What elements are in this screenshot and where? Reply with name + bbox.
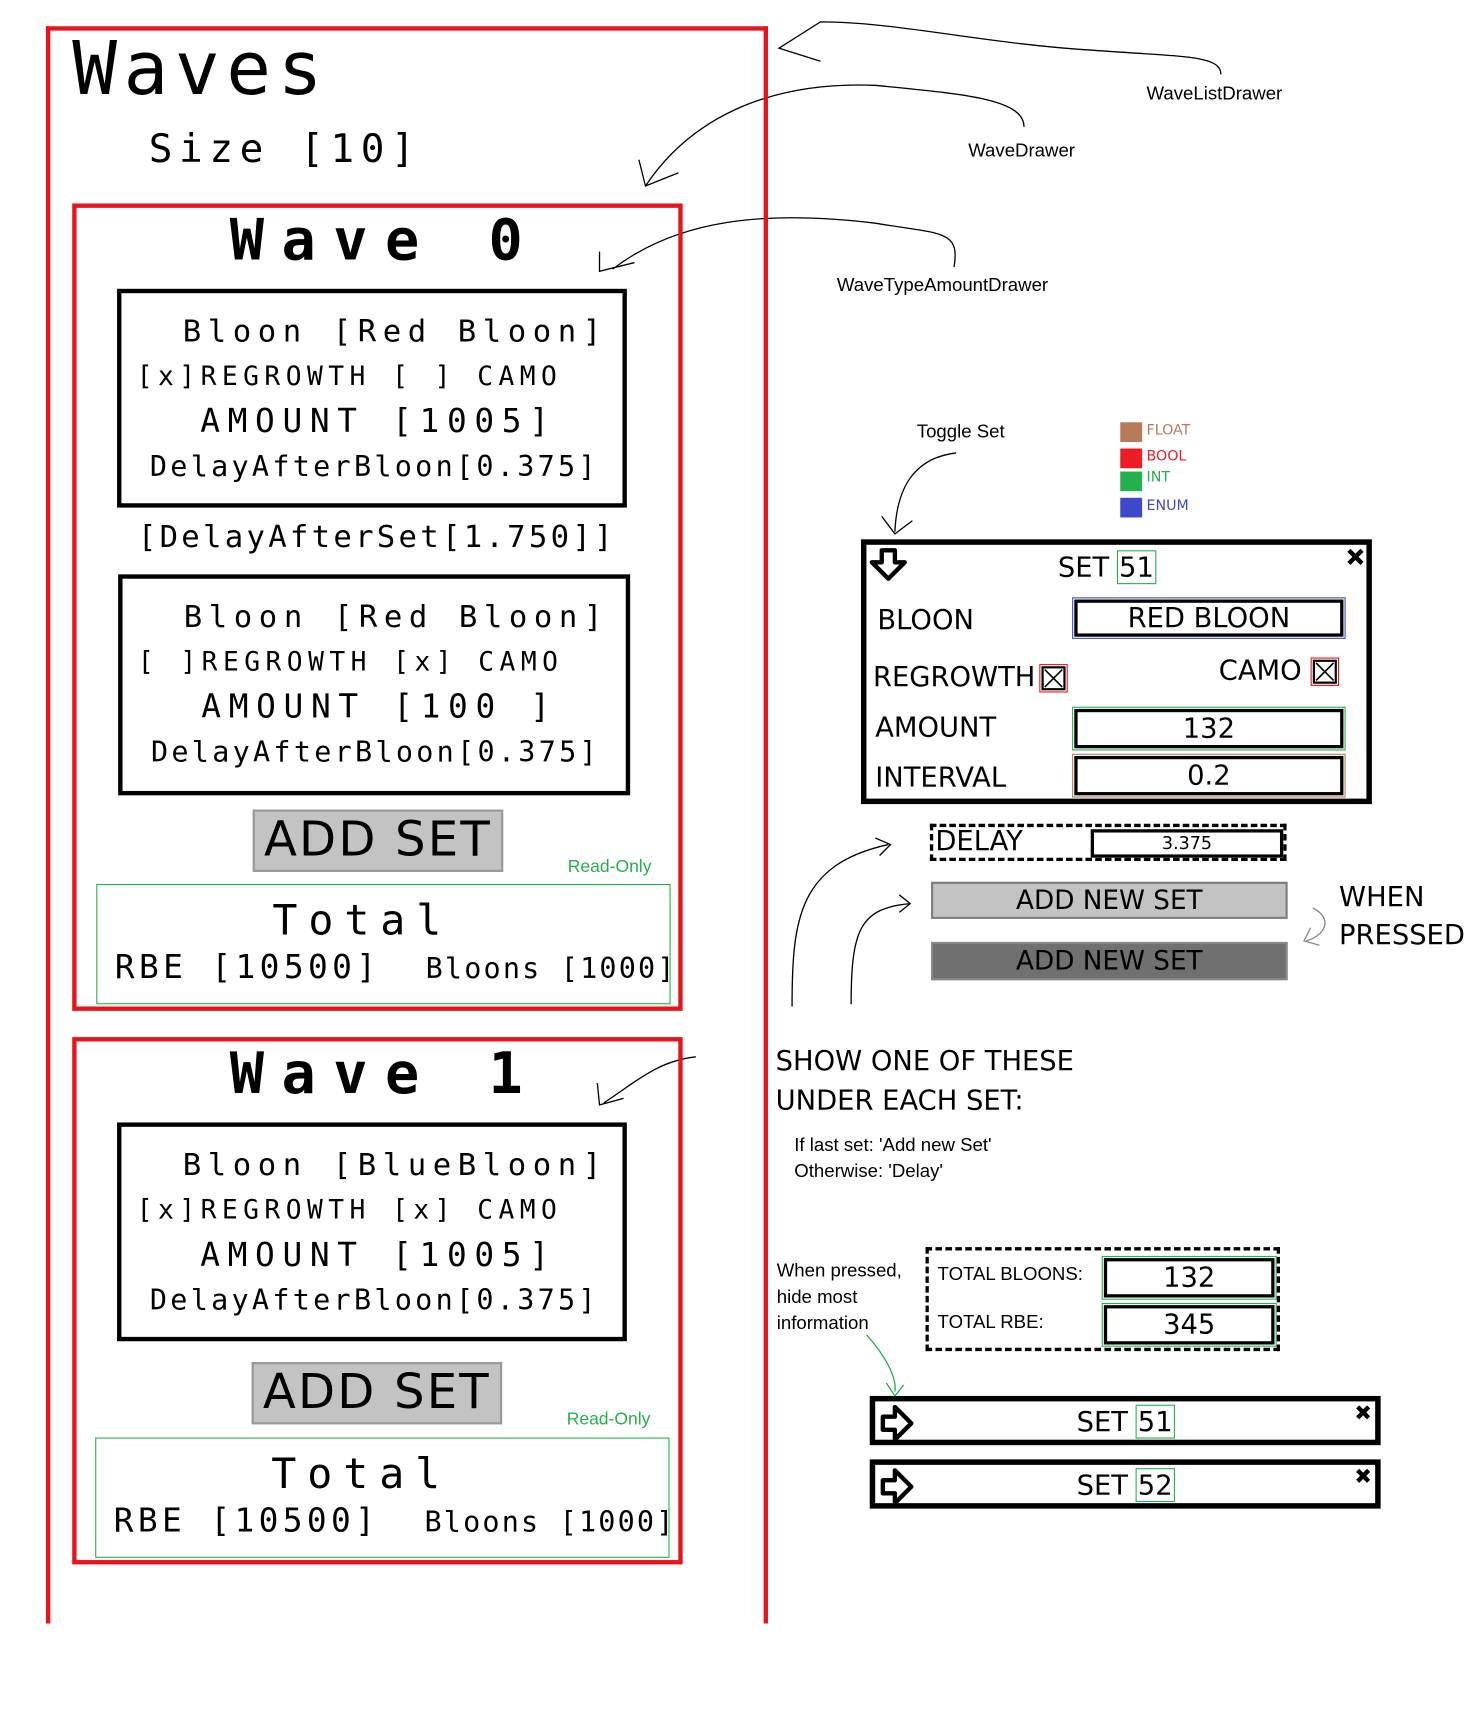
label-wavelistdrawer: WaveListDrawer — [1146, 83, 1283, 104]
waves-title: Waves — [72, 26, 329, 113]
total-bloons-field: 132 — [1101, 1255, 1277, 1300]
note-line: SHOW ONE OF THESE — [775, 1044, 1074, 1077]
set-number: 52 — [1135, 1468, 1175, 1503]
total-rbe-label: TOTAL RBE: — [937, 1311, 1044, 1333]
set-52-collapsed[interactable]: SET 52 — [869, 1459, 1381, 1509]
amount-label: AMOUNT — [875, 711, 997, 743]
close-icon[interactable] — [1354, 1467, 1372, 1485]
close-icon[interactable] — [1354, 1404, 1372, 1422]
pressed-line: PRESSED — [1339, 918, 1464, 951]
waves-size: Size [10] — [148, 126, 422, 172]
delay-row: DELAY 3.375 — [929, 823, 1287, 861]
show-one-note: SHOW ONE OF THESE UNDER EACH SET: — [776, 1041, 1074, 1120]
label-wavedrawer: WaveDrawer — [968, 140, 1075, 161]
wave-0-delay-after-set: [DelayAfterSet[1.750]] — [137, 518, 616, 555]
totals-bloons: Bloons [1000] — [424, 1506, 676, 1540]
wave-1-title: Wave 1 — [229, 1041, 541, 1108]
wave-0-title: Wave 0 — [229, 207, 541, 274]
set-delay: DelayAfterBloon[0.375] — [149, 450, 599, 484]
set-51-collapsed[interactable]: SET 51 — [869, 1395, 1381, 1446]
camo-label: CAMO — [1218, 654, 1302, 686]
delay-label: DELAY — [935, 824, 1023, 857]
set-title-label: SET — [1076, 1405, 1128, 1438]
add-new-set-button-pressed[interactable]: ADD NEW SET — [930, 941, 1288, 981]
note-line: When pressed, — [776, 1260, 902, 1282]
wave-1-add-set-button[interactable]: ADD SET — [251, 1362, 503, 1425]
set-title-label: SET — [1057, 551, 1110, 584]
wave-0-set-0[interactable]: Bloon [Red Bloon] [x]REGROWTH [ ] CAMO A… — [117, 288, 627, 508]
note-line: hide most — [776, 1286, 858, 1308]
legend-label: BOOL — [1146, 448, 1187, 465]
checkbox-x-icon — [1044, 668, 1063, 688]
totals-rbe: RBE [10500] — [114, 948, 381, 987]
camo-checkbox[interactable] — [1310, 657, 1340, 686]
set-flags: [ ]REGROWTH [x] CAMO — [137, 646, 564, 678]
totals-title: Total — [272, 895, 453, 945]
bool-swatch — [1120, 448, 1143, 469]
note-line: Otherwise: 'Delay' — [794, 1160, 943, 1182]
int-swatch — [1120, 471, 1143, 492]
set-title: SET 51 — [875, 1404, 1375, 1439]
wave-0-totals: Total RBE [10500] Bloons [1000] — [96, 883, 674, 1005]
legend-label: FLOAT — [1146, 422, 1191, 439]
wave-1-read-only-label: Read-Only — [566, 1410, 651, 1429]
set-amount: AMOUNT [1005] — [200, 402, 557, 441]
when-line: WHEN — [1339, 880, 1425, 913]
float-swatch — [1120, 422, 1143, 442]
condition-note: If last set: 'Add new Set' Otherwise: 'De… — [794, 1132, 991, 1185]
set-flags: [x]REGROWTH [x] CAMO — [136, 1194, 563, 1226]
totals-title: Total — [271, 1449, 452, 1498]
set-flags: [x]REGROWTH [ ] CAMO — [136, 361, 563, 392]
set-delay: DelayAfterBloon[0.375] — [149, 1284, 599, 1318]
regrowth-checkbox[interactable] — [1039, 664, 1068, 693]
total-bloons-label: TOTAL BLOONS: — [937, 1263, 1083, 1285]
set-number: 51 — [1135, 1404, 1175, 1439]
set-title-label: SET — [1076, 1469, 1128, 1501]
amount-int-field[interactable]: 132 — [1072, 706, 1346, 751]
interval-label: INTERVAL — [875, 761, 1007, 794]
label-toggle-set: Toggle Set — [916, 421, 1005, 442]
wave-0-set-1[interactable]: Bloon [Red Bloon] [ ]REGROWTH [x] CAMO A… — [118, 574, 631, 796]
set-bloon: Bloon [Red Bloon] — [183, 598, 609, 635]
interval-float-field[interactable]: 0.2 — [1072, 753, 1346, 798]
close-icon[interactable] — [1346, 547, 1366, 567]
regrowth-label: REGROWTH — [873, 660, 1036, 693]
legend-label: ENUM — [1146, 497, 1189, 515]
add-new-set-button[interactable]: ADD NEW SET — [930, 881, 1288, 919]
note-line: UNDER EACH SET: — [775, 1084, 1024, 1116]
enum-swatch — [1120, 497, 1143, 518]
label-wavetypeamountdrawer: WaveTypeAmountDrawer — [836, 274, 1049, 296]
wave-1-totals: Total RBE [10500] Bloons [1000] — [95, 1437, 673, 1558]
set-panel-expanded: SET 51 BLOON RED BLOON REGROWTH CAMO AMO… — [860, 539, 1372, 805]
wave-1-set-0[interactable]: Bloon [BlueBloon] [x]REGROWTH [x] CAMO A… — [117, 1122, 627, 1342]
set-delay: DelayAfterBloon[0.375] — [150, 736, 600, 770]
checkbox-x-icon — [1315, 662, 1335, 682]
set-amount: AMOUNT [1005] — [200, 1236, 557, 1275]
collapse-arrow-down-icon[interactable] — [869, 547, 911, 582]
bloon-label: BLOON — [877, 603, 974, 636]
legend-label: INT — [1146, 469, 1171, 486]
bloon-enum-field[interactable]: RED BLOON — [1072, 597, 1346, 639]
set-bloon: Bloon [Red Bloon] — [182, 312, 608, 349]
design-sketch: WaveListDrawer WaveDrawer WaveTypeAmount… — [0, 0, 1464, 1722]
set-title: SET 52 — [875, 1468, 1375, 1503]
note-line: If last set: 'Add new Set' — [794, 1134, 992, 1156]
arrow-wavelistdrawer — [777, 21, 1222, 75]
when-pressed-label: WHEN PRESSED — [1339, 877, 1464, 954]
hide-info-note: When pressed, hide most information — [777, 1258, 902, 1337]
arrow-toggle-set — [881, 452, 957, 535]
note-line: information — [776, 1312, 869, 1334]
wave-0-read-only-label: Read-Only — [567, 857, 652, 877]
set-amount: AMOUNT [100 ] — [201, 688, 558, 727]
set-bloon: Bloon [BlueBloon] — [182, 1146, 608, 1183]
totals-bloons: Bloons [1000] — [425, 952, 677, 986]
totals-panel: TOTAL BLOONS: 132 TOTAL RBE: 345 — [925, 1247, 1280, 1352]
set-title: SET 51 — [1057, 550, 1157, 585]
set-number: 51 — [1116, 550, 1157, 585]
wave-0-add-set-button[interactable]: ADD SET — [252, 809, 504, 872]
totals-rbe: RBE [10500] — [113, 1502, 380, 1541]
total-rbe-field: 345 — [1101, 1302, 1277, 1347]
delay-float-field[interactable]: 3.375 — [1090, 829, 1284, 858]
